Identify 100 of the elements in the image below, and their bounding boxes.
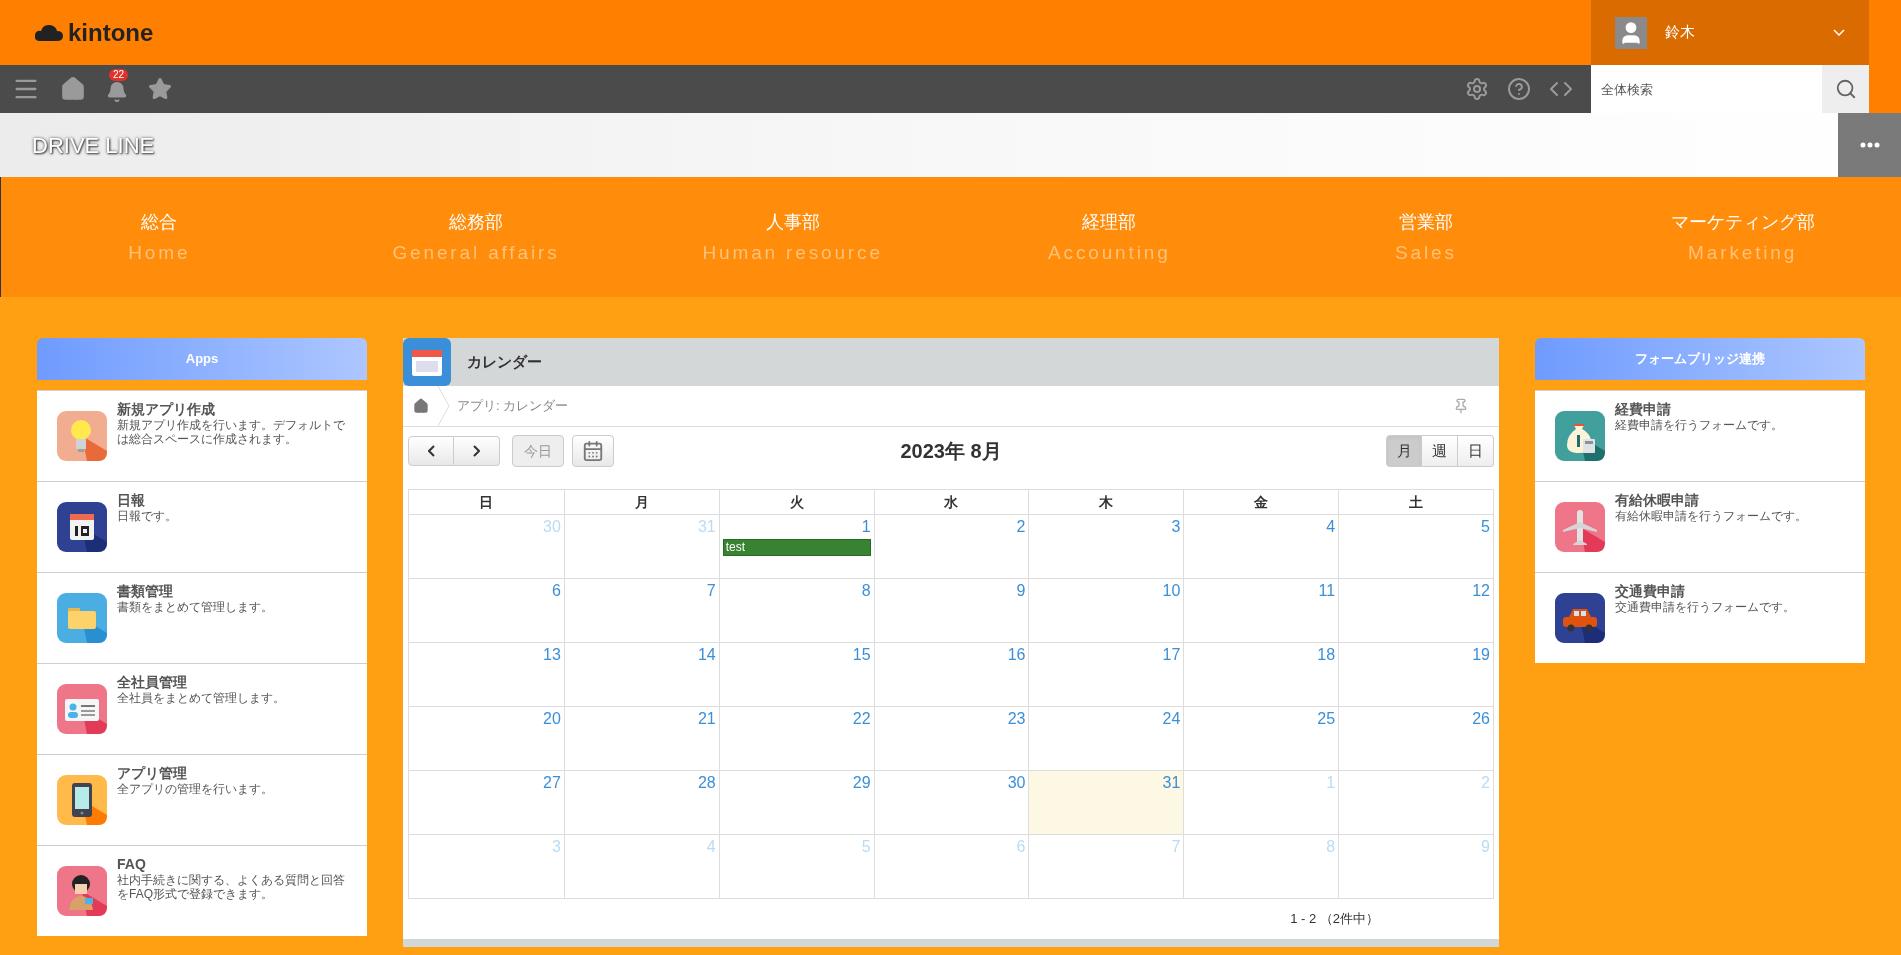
item-description: 新規アプリ作成を行います。デフォルトでは総合スペースに作成されます。 xyxy=(117,418,346,446)
day-number: 31 xyxy=(1162,773,1181,793)
money-bag-icon xyxy=(1555,411,1605,461)
day-number: 3 xyxy=(1171,517,1181,537)
item-title: FAQ xyxy=(117,856,147,873)
nav-link[interactable]: 営業部 Sales xyxy=(1267,212,1585,262)
bell-icon[interactable] xyxy=(106,81,128,103)
day-cell[interactable]: 12 xyxy=(1338,579,1493,642)
nav-link[interactable]: マーケティング部 Marketing xyxy=(1584,212,1901,262)
day-number: 14 xyxy=(697,645,716,665)
nav-sublabel: Human resource xyxy=(702,242,883,262)
today-button[interactable]: 今日 xyxy=(512,435,564,467)
tablet-icon xyxy=(57,775,107,825)
app-item[interactable]: 日報 日報です。 xyxy=(37,481,367,572)
view-tab[interactable]: 週 xyxy=(1422,435,1458,467)
form-item[interactable]: 有給休暇申請 有給休暇申請を行うフォームです。 xyxy=(1535,481,1865,572)
settings-icon[interactable] xyxy=(1465,77,1489,101)
calendar-page-icon xyxy=(57,502,107,552)
day-cell[interactable]: 31 xyxy=(1028,771,1184,834)
next-button[interactable] xyxy=(454,436,500,466)
item-title: 交通費申請 xyxy=(1615,583,1686,600)
day-number: 3 xyxy=(551,837,561,857)
day-number: 19 xyxy=(1472,645,1490,665)
id-card-icon xyxy=(57,684,107,734)
logo-text[interactable]: kintone xyxy=(68,20,154,45)
chevron-left-icon xyxy=(427,445,435,457)
app-item[interactable]: 書類管理 書類をまとめて管理します。 xyxy=(37,572,367,663)
search-button[interactable] xyxy=(1822,65,1869,113)
nav-link[interactable]: 総務部 General affairs xyxy=(317,212,635,262)
day-number: 1 xyxy=(861,517,871,537)
item-description: 全社員をまとめて管理します。 xyxy=(117,691,285,705)
folder-icon xyxy=(57,593,107,643)
nav-label: 営業部 xyxy=(1399,212,1453,231)
user-menu[interactable]: 鈴木 xyxy=(1591,0,1869,65)
view-tab[interactable]: 月 xyxy=(1386,435,1422,467)
day-cell[interactable]: 14 xyxy=(563,643,719,706)
weekday-header: 土 xyxy=(1338,490,1493,514)
item-title: 書類管理 xyxy=(117,583,174,600)
light-bulb-icon xyxy=(57,411,107,461)
more-icon xyxy=(1859,142,1880,148)
weekday-header: 日 xyxy=(478,492,495,512)
nav-label: 経理部 xyxy=(1082,212,1137,231)
panel-header: Apps xyxy=(37,338,367,380)
nav-label: マーケティング部 xyxy=(1670,212,1815,231)
form-item[interactable]: 交通費申請 交通費申請を行うフォームです。 xyxy=(1535,572,1865,663)
calendar-event[interactable]: test xyxy=(722,539,871,556)
nav-sublabel: Sales xyxy=(1395,242,1457,262)
home-icon[interactable] xyxy=(60,76,86,102)
item-description: 交通費申請を行うフォームです。 xyxy=(1615,600,1795,614)
day-cell[interactable]: 1 test xyxy=(718,515,874,578)
nav-link[interactable]: 経理部 Accounting xyxy=(951,212,1268,262)
app-item[interactable]: 全社員管理 全社員をまとめて管理します。 xyxy=(37,663,367,754)
nav-link[interactable]: 総合 Home xyxy=(1,212,318,262)
nav-label: 総合 xyxy=(141,212,178,231)
day-number: 9 xyxy=(1481,837,1490,857)
item-title: アプリ管理 xyxy=(117,765,188,782)
form-item[interactable]: 経費申請 経費申請を行うフォームです。 xyxy=(1535,390,1865,481)
item-title: 新規アプリ作成 xyxy=(117,401,216,418)
weekday-header: 金 xyxy=(1183,490,1339,514)
date-picker-button[interactable] xyxy=(572,435,614,467)
day-number: 12 xyxy=(1472,581,1490,601)
day-number: 1 xyxy=(1326,773,1336,793)
search-field[interactable]: 全体検索 xyxy=(1591,65,1822,113)
app-item[interactable]: FAQ 社内手続きに関する、よくある質問と回答をFAQ形式で登録できます。 xyxy=(37,845,367,936)
chevron-down-icon xyxy=(1833,29,1845,36)
day-cell[interactable]: 5 xyxy=(1338,515,1493,578)
app-item[interactable]: 新規アプリ作成 新規アプリ作成を行います。デフォルトでは総合スペースに作成されます。 xyxy=(37,390,367,481)
day-number: 18 xyxy=(1317,645,1336,665)
item-description: 有給休暇申請を行うフォームです。 xyxy=(1615,509,1807,523)
pin-icon[interactable] xyxy=(1453,398,1469,414)
nav-sublabel: Home xyxy=(128,242,191,262)
day-number: 20 xyxy=(543,709,561,729)
item-description: 書類をまとめて管理します。 xyxy=(117,600,273,614)
day-cell[interactable]: 26 xyxy=(1338,707,1493,770)
day-number: 27 xyxy=(543,773,561,793)
help-icon[interactable] xyxy=(1507,77,1531,101)
avatar-icon xyxy=(1615,16,1647,49)
airplane-icon xyxy=(1555,502,1605,552)
day-number: 5 xyxy=(1481,517,1490,537)
day-number: 28 xyxy=(697,773,716,793)
view-tab[interactable]: 日 xyxy=(1458,435,1494,467)
day-number: 7 xyxy=(706,581,716,601)
day-number: 2 xyxy=(1016,517,1026,537)
nav-sublabel: General affairs xyxy=(392,242,560,262)
day-cell[interactable]: 19 xyxy=(1338,643,1493,706)
home-icon[interactable] xyxy=(413,398,429,414)
item-description: 社内手続きに関する、よくある質問と回答をFAQ形式で登録できます。 xyxy=(117,873,346,901)
day-number: 30 xyxy=(543,517,561,537)
previous-button[interactable] xyxy=(408,436,454,466)
day-number: 22 xyxy=(852,709,871,729)
day-number: 21 xyxy=(697,709,716,729)
star-icon[interactable] xyxy=(148,77,172,101)
day-number: 25 xyxy=(1317,709,1336,729)
app-item[interactable]: アプリ管理 全アプリの管理を行います。 xyxy=(37,754,367,845)
day-number: 6 xyxy=(551,581,561,601)
day-number: 10 xyxy=(1162,581,1181,601)
nav-link[interactable]: 人事部 Human resource xyxy=(634,212,951,262)
person-figure-icon xyxy=(57,866,107,916)
nav-label: 人事部 xyxy=(765,212,820,231)
car-icon xyxy=(1555,593,1605,643)
